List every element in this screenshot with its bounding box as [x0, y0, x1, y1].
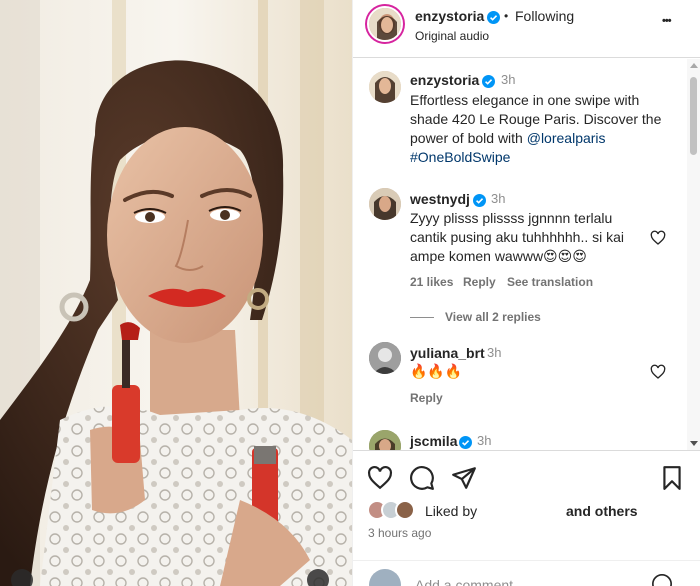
verified-badge-icon [482, 75, 495, 88]
comment-username[interactable]: jscmila [410, 433, 457, 449]
more-options-icon[interactable]: ••• [662, 15, 672, 27]
verified-badge-icon [473, 194, 486, 207]
post-header: enzystoria • Following Original audio ••… [353, 0, 700, 58]
scroll-up-icon[interactable] [690, 63, 698, 68]
verified-badge-icon [487, 11, 500, 24]
reply-button[interactable]: Reply [463, 275, 496, 289]
post-media[interactable] [0, 0, 352, 586]
original-audio-link[interactable]: Original audio [415, 29, 489, 43]
comment-bubble-icon[interactable] [409, 465, 435, 491]
share-send-icon[interactable] [451, 465, 477, 491]
following-button[interactable]: Following [515, 8, 574, 24]
comment-time: 3h [477, 433, 492, 448]
like-comment-heart-icon[interactable] [650, 364, 666, 380]
comment-avatar[interactable] [369, 430, 401, 450]
comments-scrollbar[interactable] [687, 59, 700, 450]
comment-avatar[interactable] [369, 342, 401, 374]
like-comment-heart-icon[interactable] [650, 230, 666, 246]
hashtag-link[interactable]: #OneBoldSwipe [410, 149, 510, 165]
add-comment-row: Add a comment... [353, 560, 700, 586]
scroll-down-icon[interactable] [690, 441, 698, 446]
comment-time: 3h [487, 345, 502, 360]
comment-text: 🔥🔥🔥 [410, 363, 463, 379]
comments-panel: enzystoria • Following Original audio ••… [352, 0, 700, 586]
header-username[interactable]: enzystoria [415, 8, 484, 24]
current-user-avatar [369, 569, 401, 586]
like-heart-icon[interactable] [367, 465, 393, 491]
scrollbar-thumb[interactable] [690, 77, 697, 155]
comment-username[interactable]: westnydj [410, 191, 470, 207]
liked-by-label: Liked by [425, 503, 478, 519]
emoji-icon[interactable] [651, 573, 673, 586]
add-comment-input[interactable]: Add a comment... [415, 577, 525, 586]
view-replies-button[interactable]: View all 2 replies [445, 310, 541, 324]
and-others-link[interactable]: and others [566, 503, 638, 519]
replies-divider [410, 317, 434, 318]
comment-username[interactable]: yuliana_brt [410, 345, 485, 361]
caption-text: Effortless elegance in one swipe with sh… [410, 91, 670, 167]
comment-likes[interactable]: 21 likes [410, 275, 453, 289]
mention-link[interactable]: @lorealparis [527, 130, 606, 146]
comment-avatar[interactable] [369, 188, 401, 220]
post-timestamp: 3 hours ago [368, 526, 432, 540]
see-translation-button[interactable]: See translation [507, 275, 593, 289]
liked-by-avatar[interactable] [395, 500, 415, 520]
caption-time: 3h [501, 72, 516, 87]
caption-avatar[interactable] [369, 71, 401, 103]
header-separator: • [504, 9, 509, 23]
save-bookmark-icon[interactable] [659, 465, 685, 491]
verified-badge-icon [459, 436, 472, 449]
comment-time: 3h [491, 191, 506, 206]
caption-username[interactable]: enzystoria [410, 72, 479, 88]
author-avatar[interactable] [367, 6, 403, 42]
comment-text: Zyyy plisss plissss jgnnnn terlalu canti… [410, 210, 625, 264]
video-frame [0, 0, 352, 586]
comments-scroll-area[interactable]: enzystoria 3h Effortless elegance in one… [353, 59, 700, 450]
reply-button[interactable]: Reply [410, 391, 443, 405]
